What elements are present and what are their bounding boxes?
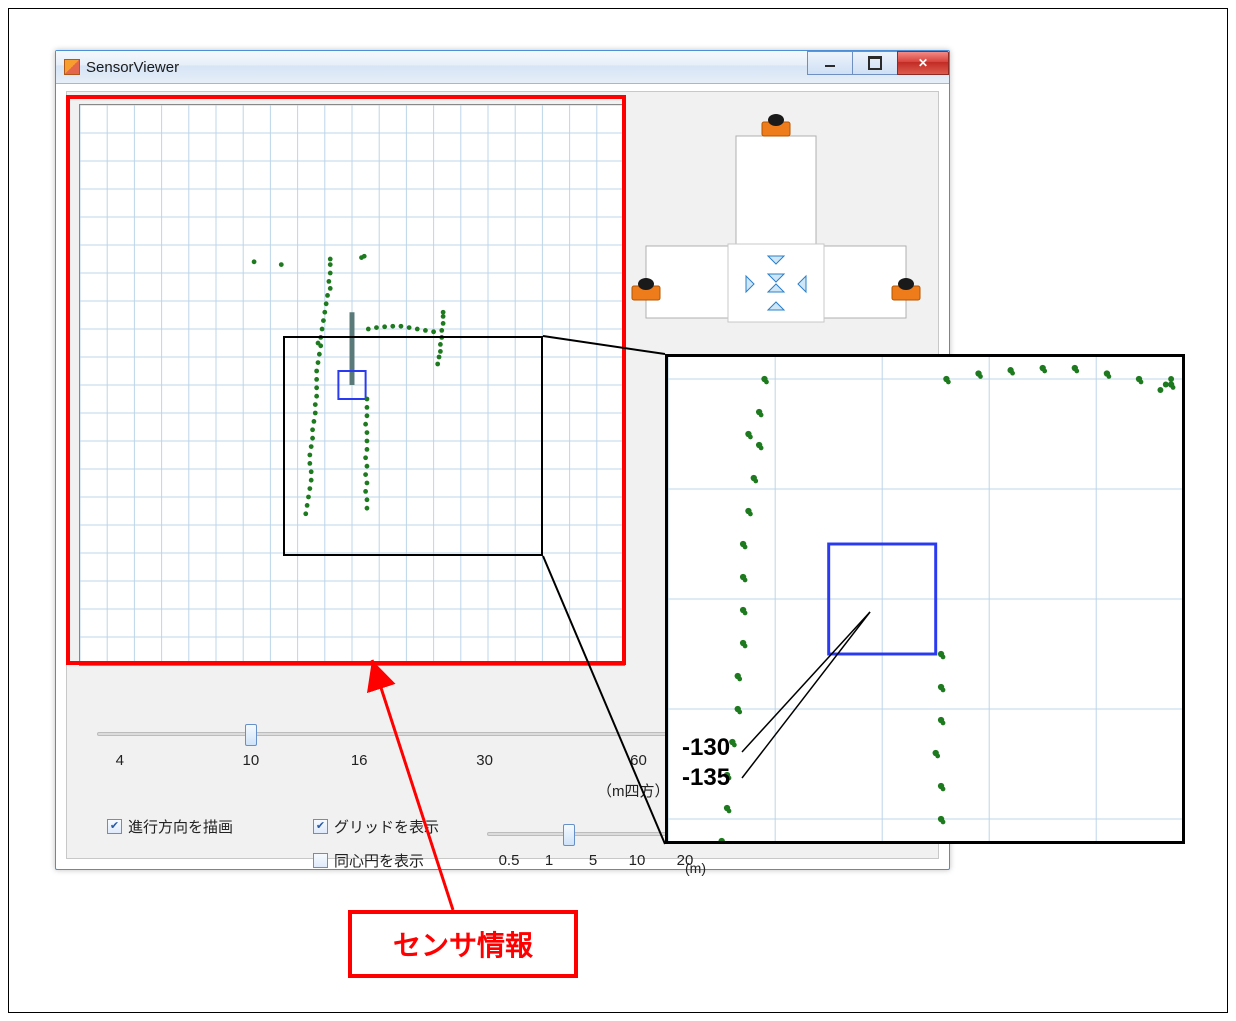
checkbox-label: グリッドを表示 — [334, 816, 439, 837]
app-icon — [64, 59, 80, 75]
minimize-icon — [825, 59, 835, 67]
maximize-button[interactable] — [852, 51, 898, 75]
scale-slider[interactable] — [97, 720, 667, 750]
checkbox-circles[interactable]: 同心円を表示 — [313, 850, 424, 871]
resolution-unit-label: (m) — [685, 860, 706, 876]
checkbox-heading[interactable]: 進行方向を描画 — [107, 816, 233, 837]
annotation-label: センサ情報 — [348, 910, 578, 978]
checkbox-icon — [313, 853, 328, 868]
robot-schematic — [628, 106, 924, 348]
close-icon — [918, 56, 928, 70]
slider-track — [97, 732, 667, 736]
titlebar[interactable]: SensorViewer — [56, 51, 949, 84]
checkbox-icon — [313, 819, 328, 834]
scale-tick-labels: 410163060 — [97, 752, 667, 776]
zoom-inset: -130 -135 — [665, 354, 1185, 844]
minimize-button[interactable] — [807, 51, 853, 75]
window-title: SensorViewer — [86, 59, 179, 76]
sensor-plot[interactable] — [79, 104, 625, 666]
inset-value-bottom: -135 — [682, 763, 730, 793]
resolution-slider[interactable] — [487, 820, 687, 846]
checkbox-icon — [107, 819, 122, 834]
slider-thumb[interactable] — [245, 724, 257, 746]
scale-unit-label: （m四方） — [597, 780, 670, 801]
checkbox-grid[interactable]: グリッドを表示 — [313, 816, 439, 837]
maximize-icon — [868, 56, 882, 70]
checkbox-label: 同心円を表示 — [334, 850, 424, 871]
close-button[interactable] — [897, 51, 949, 75]
slider-track — [487, 832, 687, 836]
checkbox-label: 進行方向を描画 — [128, 816, 233, 837]
inset-value-top: -130 — [682, 733, 730, 763]
slider-thumb[interactable] — [563, 824, 575, 846]
